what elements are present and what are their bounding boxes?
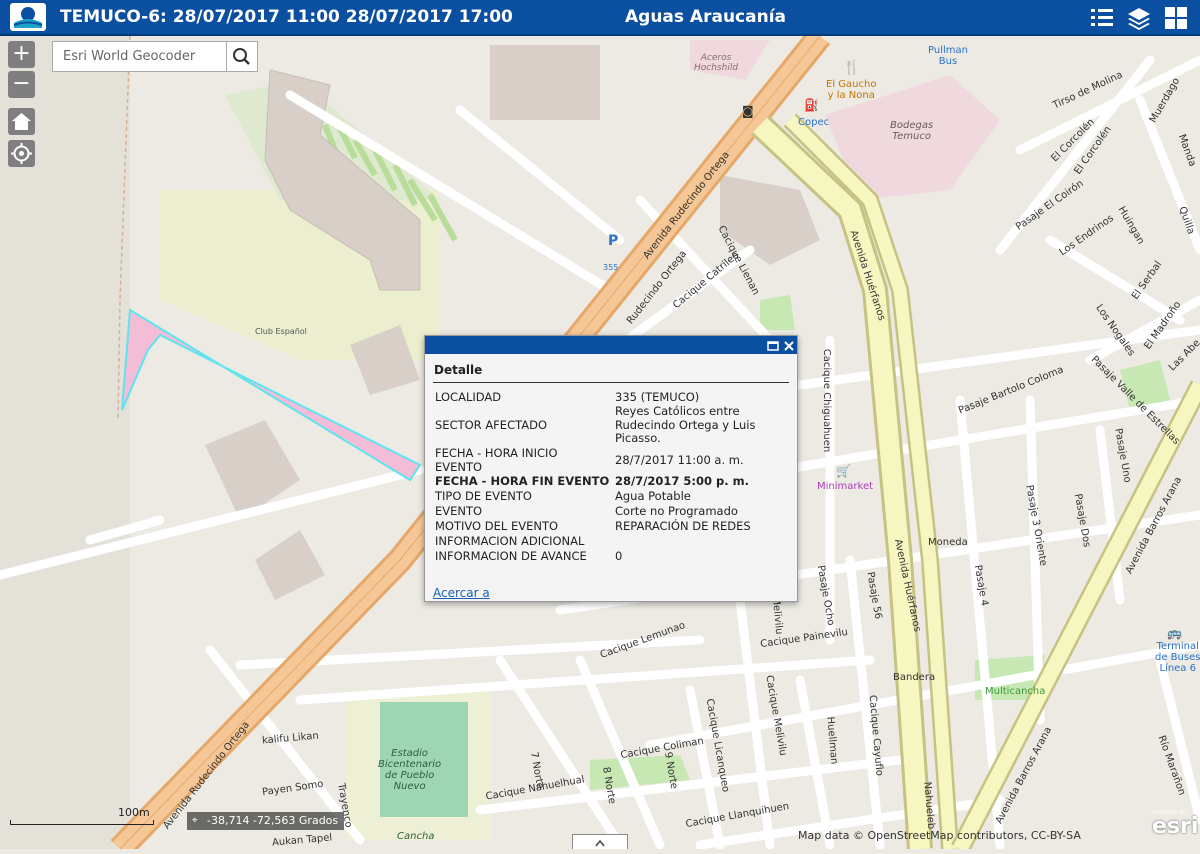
detail-key: MOTIVO DEL EVENTO	[435, 519, 559, 533]
zoom-in-button[interactable]: +	[8, 41, 35, 68]
logo	[10, 3, 46, 31]
zoom-out-button[interactable]: −	[8, 71, 35, 98]
fuel-icon: ⛽	[804, 98, 819, 112]
detail-value: Reyes Católicos entre Rudecindo Ortega y…	[615, 404, 756, 445]
search-button[interactable]	[226, 42, 257, 71]
app-title: TEMUCO-6: 28/07/2017 11:00 28/07/2017 17…	[60, 7, 513, 27]
detail-key: FECHA - HORA FIN EVENTO	[435, 474, 610, 488]
layers-icon[interactable]	[1126, 5, 1152, 31]
list-icon[interactable]	[1089, 5, 1115, 31]
detail-key: INFORMACION ADICIONAL	[435, 534, 585, 548]
esri-logo-text: esri	[1152, 814, 1199, 839]
bus-icon: 🚌	[1167, 626, 1182, 640]
detail-key: SECTOR AFECTADO	[435, 418, 548, 432]
top-bar: TEMUCO-6: 28/07/2017 11:00 28/07/2017 17…	[0, 0, 1200, 36]
detail-key: TIPO DE EVENTO	[435, 489, 532, 503]
popup-header	[425, 336, 797, 354]
detail-value: REPARACIÓN DE REDES	[615, 519, 751, 533]
attribute-table-toggle[interactable]	[572, 834, 628, 849]
detail-value: 28/7/2017 5:00 p. m.	[615, 474, 749, 488]
scalebar	[10, 820, 154, 825]
crosshair-icon: ⌖	[192, 815, 198, 826]
detail-key: EVENTO	[435, 504, 483, 518]
search-icon	[233, 48, 250, 65]
detail-key: LOCALIDAD	[435, 390, 502, 404]
shopping-cart-icon: 🛒	[836, 464, 851, 478]
search-input[interactable]	[53, 42, 229, 71]
detail-value: Corte no Programado	[615, 504, 738, 518]
restaurant-icon: 🍴	[843, 60, 861, 76]
detail-value: Agua Potable	[615, 489, 691, 503]
grid-icon[interactable]	[1163, 5, 1189, 31]
scalebar-label: 100m	[118, 806, 150, 819]
map-attribution[interactable]: Map data © OpenStreetMap contributors, C…	[798, 829, 1081, 842]
popup-divider	[433, 382, 789, 383]
locate-button[interactable]	[8, 140, 35, 167]
detail-value: 0	[615, 549, 623, 563]
detail-popup: Detalle LOCALIDAD 335 (TEMUCO) SECTOR AF…	[424, 335, 798, 602]
coordinates-readout[interactable]: ⌖ -38,714 -72,563 Grados	[187, 812, 345, 830]
detail-value: 28/7/2017 11:00 a. m.	[615, 453, 744, 467]
coordinates-text: -38,714 -72,563 Grados	[207, 814, 339, 827]
home-button[interactable]	[8, 108, 35, 135]
chevron-up-icon	[595, 839, 605, 847]
geocoder-search	[52, 41, 258, 72]
traffic-light-icon: ◙	[742, 104, 754, 118]
parking-icon: P	[608, 233, 619, 249]
locate-icon	[11, 143, 32, 164]
detail-key: FECHA - HORA INICIO EVENTO	[435, 446, 558, 474]
maximize-icon[interactable]	[766, 338, 780, 352]
zoom-to-link[interactable]: Acercar a	[433, 586, 490, 600]
org-name: Aguas Araucanía	[625, 7, 787, 27]
popup-title: Detalle	[434, 363, 483, 377]
close-icon[interactable]	[782, 338, 796, 352]
detail-key: INFORMACION DE AVANCE	[435, 549, 587, 563]
home-icon	[12, 113, 31, 130]
detail-value: 335 (TEMUCO)	[615, 390, 700, 404]
esri-logo[interactable]: POWERED BY esri	[1150, 808, 1199, 846]
